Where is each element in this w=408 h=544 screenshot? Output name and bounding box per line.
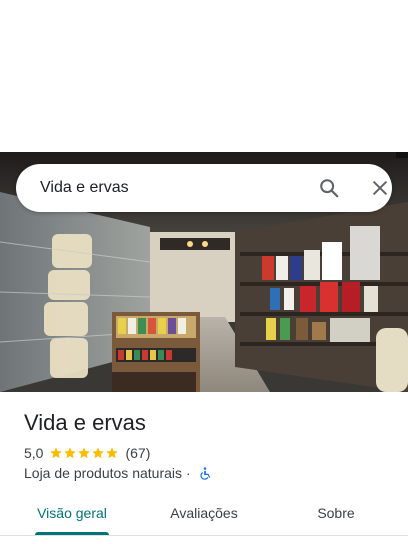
star-icon <box>92 447 105 459</box>
star-icon <box>50 447 63 459</box>
category-row: Loja de produtos naturais · <box>24 464 212 482</box>
search-bar[interactable]: Vida e ervas <box>16 164 392 212</box>
blank-top-area <box>0 0 408 152</box>
place-category: Loja de produtos naturais <box>24 465 182 481</box>
tab-reviews[interactable]: Avaliações <box>156 494 252 536</box>
tab-about[interactable]: Sobre <box>298 494 374 536</box>
tab-overview[interactable]: Visão geral <box>24 494 120 536</box>
star-icon <box>106 447 119 459</box>
place-title: Vida e ervas <box>24 410 146 435</box>
place-tabs: Visão geral Avaliações Sobre <box>0 494 408 536</box>
separator-dot: · <box>186 465 191 481</box>
star-icon <box>78 447 91 459</box>
star-rating <box>49 446 119 460</box>
close-icon[interactable] <box>370 178 390 198</box>
star-icon <box>64 447 77 459</box>
rating-value: 5,0 <box>24 445 44 461</box>
review-count[interactable]: (67) <box>125 445 150 461</box>
search-icon[interactable] <box>318 177 340 199</box>
wheelchair-icon <box>200 466 210 480</box>
rating-row[interactable]: 5,0 (67) <box>24 444 150 462</box>
tabs-divider <box>0 535 408 536</box>
search-input[interactable]: Vida e ervas <box>40 178 129 198</box>
